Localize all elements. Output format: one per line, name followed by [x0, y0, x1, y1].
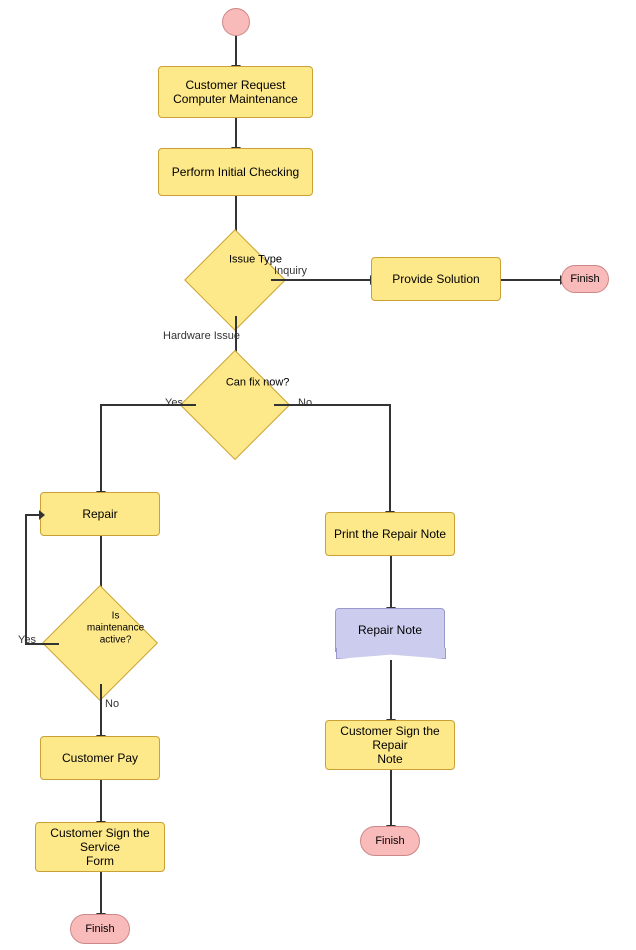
perform-checking-node: Perform Initial Checking [158, 148, 313, 196]
arrow-cf-left [100, 404, 196, 406]
arrow-rn-to-csr [390, 660, 392, 720]
no-down-label: No [105, 698, 119, 710]
customer-sign-service-node: Customer Sign the Service Form [35, 822, 165, 872]
finish3-node: Finish [360, 826, 420, 856]
arrow-csr-to-finish3 [390, 770, 392, 826]
provide-solution-node: Provide Solution [371, 257, 501, 301]
arrow-start-to-customer [235, 36, 237, 66]
finish2-node: Finish [70, 914, 130, 944]
can-fix-label: Can fix now? [220, 376, 296, 388]
customer-request-node: Customer Request Computer Maintenance [158, 66, 313, 118]
inquiry-label: Inquiry [274, 265, 307, 277]
print-repair-note-node: Print the Repair Note [325, 512, 455, 556]
arrow-cf-down-right [389, 404, 391, 512]
arrow-yes-loop-v [25, 514, 27, 643]
start-node [222, 8, 250, 36]
finish1-node: Finish [561, 265, 609, 293]
arrow-prn-to-rn [390, 556, 392, 608]
arrow-cf-right [274, 404, 390, 406]
arrow-cf-down-left [100, 404, 102, 492]
arrow-ps-to-finish1 [501, 279, 561, 281]
no-right-label: No [298, 397, 312, 409]
arrow-it-to-ps [271, 279, 371, 281]
yes-left-label: Yes [165, 397, 183, 409]
arrow-cr-to-pc [235, 118, 237, 148]
is-maintenance-label: Is maintenance active? [76, 609, 156, 645]
flowchart: Customer Request Computer Maintenance Pe… [0, 0, 636, 950]
arrow-css-to-finish2 [100, 872, 102, 914]
arrow-maint-to-pay [100, 684, 102, 736]
customer-pay-node: Customer Pay [40, 736, 160, 780]
hardware-issue-label: Hardware Issue [163, 330, 240, 342]
customer-sign-repair-node: Customer Sign the Repair Note [325, 720, 455, 770]
repair-note-doc: Repair Note [335, 608, 445, 652]
arrow-yes-loop-h2 [25, 514, 40, 516]
arrow-pay-to-css [100, 780, 102, 822]
arrow-yes-loop-h [25, 643, 59, 645]
issue-type-label: Issue Type [221, 253, 291, 265]
repair-node: Repair [40, 492, 160, 536]
